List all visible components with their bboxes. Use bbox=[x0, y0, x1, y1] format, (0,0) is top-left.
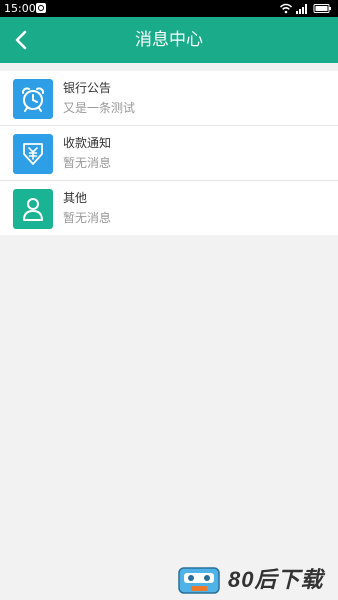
alarm-clock-icon bbox=[13, 79, 53, 119]
status-time: 15:00 bbox=[4, 2, 36, 15]
watermark: 80后下载 bbox=[176, 563, 338, 598]
cassette-logo-icon bbox=[178, 567, 220, 594]
message-title: 银行公告 bbox=[63, 81, 112, 95]
person-icon bbox=[13, 189, 53, 229]
status-indicators bbox=[280, 3, 332, 14]
message-preview: 暂无消息 bbox=[63, 211, 112, 225]
status-bar: 15:00 bbox=[0, 0, 338, 17]
notification-app-icon bbox=[36, 3, 46, 13]
back-button[interactable] bbox=[6, 25, 36, 55]
message-item-payment-notice[interactable]: 收款通知 暂无消息 bbox=[0, 126, 338, 181]
battery-icon bbox=[313, 4, 331, 13]
message-item-bank-notice[interactable]: 银行公告 又是一条测试 bbox=[0, 71, 338, 126]
page-title: 消息中心 bbox=[135, 30, 203, 50]
message-item-other[interactable]: 其他 暂无消息 bbox=[0, 181, 338, 235]
app-bar: 消息中心 bbox=[0, 17, 338, 63]
watermark-text: 80后下载 bbox=[228, 567, 324, 592]
signal-icon bbox=[296, 4, 307, 14]
message-list: 银行公告 又是一条测试 收款通知 暂无消息 其他 暂无消息 bbox=[0, 71, 338, 235]
chevron-left-icon bbox=[15, 30, 27, 50]
yen-download-icon bbox=[13, 134, 53, 174]
message-title: 其他 bbox=[63, 191, 88, 205]
message-title: 收款通知 bbox=[63, 136, 112, 150]
message-preview: 又是一条测试 bbox=[63, 101, 136, 115]
message-preview: 暂无消息 bbox=[63, 156, 112, 170]
wifi-icon bbox=[280, 3, 292, 14]
